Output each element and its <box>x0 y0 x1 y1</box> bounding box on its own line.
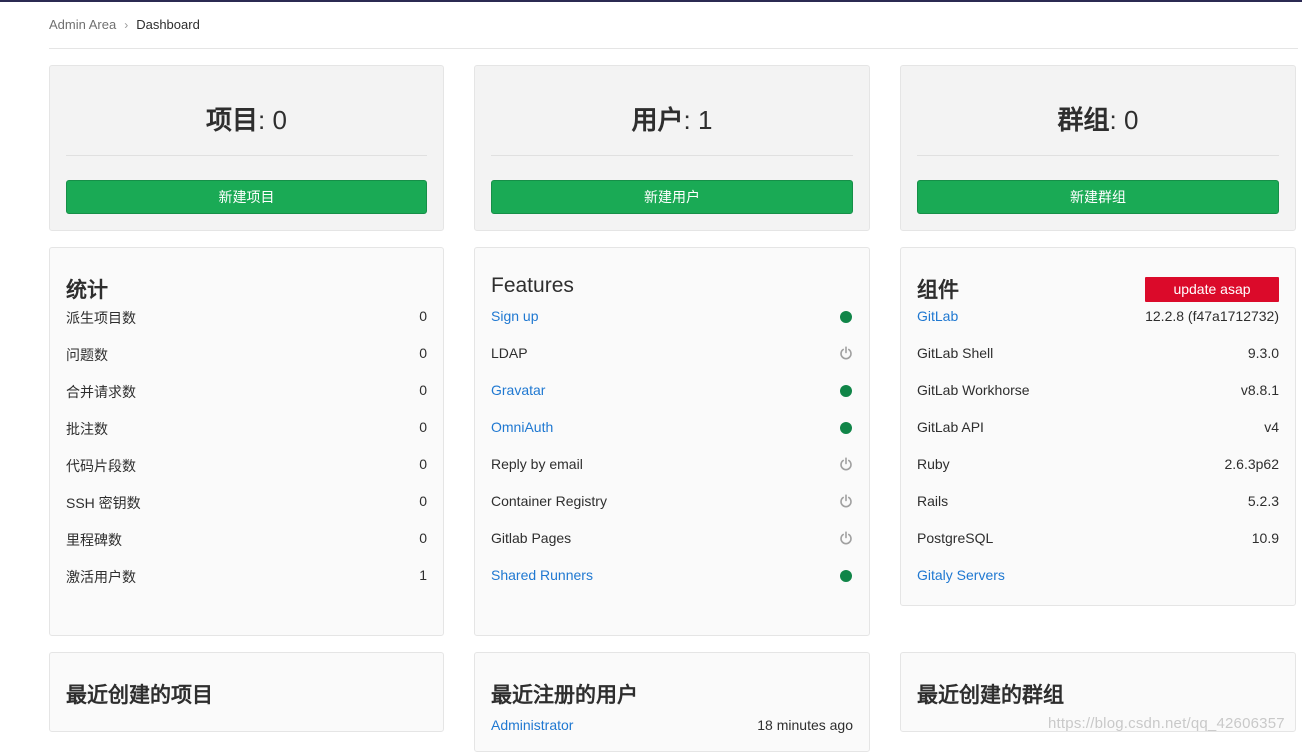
recent-user-row: Administrator 18 minutes ago <box>491 717 853 733</box>
breadcrumb-current: Dashboard <box>136 17 200 32</box>
feature-row-shared-runners: Shared Runners <box>491 567 853 604</box>
feature-link[interactable]: OmniAuth <box>491 419 553 435</box>
top-border <box>0 0 1302 2</box>
status-enabled-icon <box>840 422 852 434</box>
recent-users-panel: 最近注册的用户 Administrator 18 minutes ago <box>474 652 870 752</box>
power-off-icon <box>840 531 852 545</box>
new-user-button[interactable]: 新建用户 <box>491 180 853 214</box>
feature-row-container-registry: Container Registry <box>491 493 853 530</box>
component-row: Gitaly Servers <box>917 567 1279 604</box>
breadcrumb: Admin Area › Dashboard <box>49 17 200 32</box>
new-project-button[interactable]: 新建项目 <box>66 180 427 214</box>
power-off-icon <box>840 346 852 360</box>
components-panel: 组件 update asap GitLab 12.2.8 (f47a1712732… <box>900 247 1296 606</box>
users-count-title: 用户: 1 <box>631 105 713 135</box>
component-row: GitLab 12.2.8 (f47a1712732) <box>917 308 1279 324</box>
feature-row-omniauth: OmniAuth <box>491 419 853 456</box>
statistics-list: 派生项目数 0 问题数 0 合并请求数 0 批注数 0 代码片段数 0 SSH 密钥数 0 … <box>66 308 427 604</box>
recent-user-time: 18 minutes ago <box>757 717 853 733</box>
card-divider <box>66 155 427 156</box>
features-title: Features <box>491 274 574 297</box>
component-link-gitaly[interactable]: Gitaly Servers <box>917 567 1005 583</box>
groups-count-card: 群组: 0 新建群组 <box>900 65 1296 231</box>
features-list: Sign up LDAP Gravatar OmniAuth Reply by … <box>491 308 853 604</box>
card-divider <box>917 155 1279 156</box>
users-count-card: 用户: 1 新建用户 <box>474 65 870 231</box>
feature-link[interactable]: Sign up <box>491 308 538 324</box>
statistics-row: 里程碑数 0 <box>66 530 427 548</box>
feature-link[interactable]: Shared Runners <box>491 567 593 583</box>
components-list: GitLab 12.2.8 (f47a1712732) GitLab Shell 9… <box>917 308 1279 604</box>
statistics-row: 批注数 0 <box>66 419 427 437</box>
status-enabled-icon <box>840 311 852 323</box>
statistics-row: 激活用户数 1 <box>66 567 427 585</box>
projects-count-title: 项目: 0 <box>206 105 287 135</box>
recent-user-link[interactable]: Administrator <box>491 717 573 733</box>
new-group-button[interactable]: 新建群组 <box>917 180 1279 214</box>
feature-row-sign-up: Sign up <box>491 308 853 345</box>
power-off-icon <box>840 457 852 471</box>
feature-row-gravatar: Gravatar <box>491 382 853 419</box>
chevron-right-icon: › <box>124 17 129 32</box>
feature-row-gitlab-pages: Gitlab Pages <box>491 530 853 567</box>
breadcrumb-admin-area-link[interactable]: Admin Area <box>49 17 116 32</box>
component-row: PostgreSQL 10.9 <box>917 530 1279 546</box>
recent-projects-title: 最近创建的项目 <box>66 684 213 707</box>
component-row: GitLab Workhorse v8.8.1 <box>917 382 1279 398</box>
component-link-gitlab[interactable]: GitLab <box>917 308 958 324</box>
statistics-title: 统计 <box>66 279 108 302</box>
feature-link[interactable]: Gravatar <box>491 382 545 398</box>
component-row: Rails 5.2.3 <box>917 493 1279 509</box>
header-divider <box>49 48 1298 49</box>
features-panel: Features Sign up LDAP Gravatar OmniAuth … <box>474 247 870 636</box>
power-off-icon <box>840 494 852 508</box>
status-enabled-icon <box>840 570 852 582</box>
card-divider <box>491 155 853 156</box>
statistics-row: SSH 密钥数 0 <box>66 493 427 511</box>
recent-users-title: 最近注册的用户 <box>491 684 638 707</box>
statistics-row: 问题数 0 <box>66 345 427 363</box>
components-title: 组件 <box>917 279 959 302</box>
component-row: GitLab Shell 9.3.0 <box>917 345 1279 361</box>
statistics-row: 派生项目数 0 <box>66 308 427 326</box>
statistics-row: 合并请求数 0 <box>66 382 427 400</box>
feature-row-reply-by-email: Reply by email <box>491 456 853 493</box>
statistics-row: 代码片段数 0 <box>66 456 427 474</box>
feature-row-ldap: LDAP <box>491 345 853 382</box>
component-row: Ruby 2.6.3p62 <box>917 456 1279 472</box>
update-asap-badge[interactable]: update asap <box>1145 277 1279 302</box>
groups-count-title: 群组: 0 <box>1057 105 1139 135</box>
projects-count-card: 项目: 0 新建项目 <box>49 65 444 231</box>
watermark: https://blog.csdn.net/qq_42606357 <box>1048 715 1285 732</box>
recent-groups-title: 最近创建的群组 <box>917 684 1064 707</box>
component-row: GitLab API v4 <box>917 419 1279 435</box>
status-enabled-icon <box>840 385 852 397</box>
statistics-panel: 统计 派生项目数 0 问题数 0 合并请求数 0 批注数 0 代码片段数 0 SSH 密钥… <box>49 247 444 636</box>
recent-projects-panel: 最近创建的项目 <box>49 652 444 732</box>
